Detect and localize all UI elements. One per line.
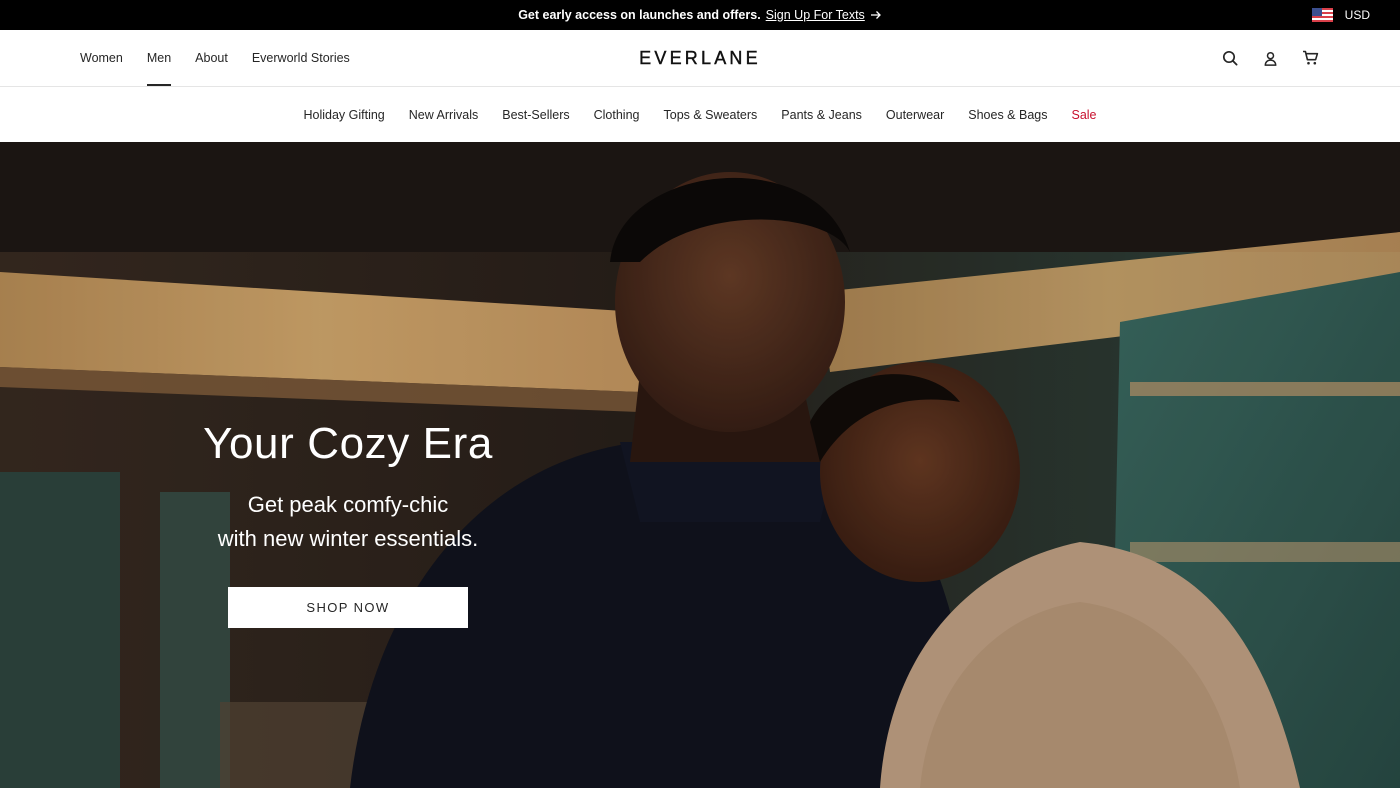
- nav-women[interactable]: Women: [80, 30, 123, 86]
- shop-now-button[interactable]: SHOP NOW: [228, 587, 468, 628]
- category-sale[interactable]: Sale: [1071, 108, 1096, 122]
- us-flag-icon: [1311, 8, 1333, 22]
- hero-banner[interactable]: Your Cozy Era Get peak comfy-chic with n…: [0, 142, 1400, 788]
- account-icon[interactable]: [1260, 48, 1280, 68]
- currency-label: USD: [1344, 8, 1370, 22]
- category-clothing[interactable]: Clothing: [594, 108, 640, 122]
- category-shoes-bags[interactable]: Shoes & Bags: [968, 108, 1047, 122]
- category-tops-sweaters[interactable]: Tops & Sweaters: [664, 108, 758, 122]
- currency-selector[interactable]: USD: [1311, 0, 1370, 30]
- category-holiday-gifting[interactable]: Holiday Gifting: [303, 108, 384, 122]
- hero-copy: Your Cozy Era Get peak comfy-chic with n…: [148, 418, 548, 628]
- site-header: Women Men About Everworld Stories EVERLA…: [0, 30, 1400, 87]
- utility-icons: [1200, 30, 1320, 86]
- hero-subtitle-line-2: with new winter essentials.: [217, 526, 479, 551]
- hero-title: Your Cozy Era: [203, 419, 493, 468]
- category-nav: Holiday Gifting New Arrivals Best-Seller…: [0, 87, 1400, 142]
- nav-everworld-stories[interactable]: Everworld Stories: [252, 30, 350, 86]
- nav-men[interactable]: Men: [146, 30, 172, 86]
- everlane-logo[interactable]: EVERLANE: [639, 47, 761, 69]
- promo-text: Get early access on launches and offers.: [518, 8, 761, 22]
- arrow-right-icon[interactable]: [870, 9, 882, 21]
- promo-bar: Get early access on launches and offers.…: [0, 0, 1400, 30]
- category-pants-jeans[interactable]: Pants & Jeans: [781, 108, 862, 122]
- category-outerwear[interactable]: Outerwear: [886, 108, 944, 122]
- hero-subtitle: Get peak comfy-chic with new winter esse…: [148, 488, 548, 556]
- primary-nav: Women Men About Everworld Stories: [80, 30, 374, 86]
- category-new-arrivals[interactable]: New Arrivals: [409, 108, 478, 122]
- sign-up-texts-link[interactable]: Sign Up For Texts: [766, 8, 865, 22]
- promo-message: Get early access on launches and offers.…: [0, 0, 1400, 30]
- nav-about[interactable]: About: [195, 30, 228, 86]
- cart-icon[interactable]: [1300, 48, 1320, 68]
- hero-subtitle-line-1: Get peak comfy-chic: [247, 492, 449, 517]
- category-best-sellers[interactable]: Best-Sellers: [502, 108, 569, 122]
- search-icon[interactable]: [1220, 48, 1240, 68]
